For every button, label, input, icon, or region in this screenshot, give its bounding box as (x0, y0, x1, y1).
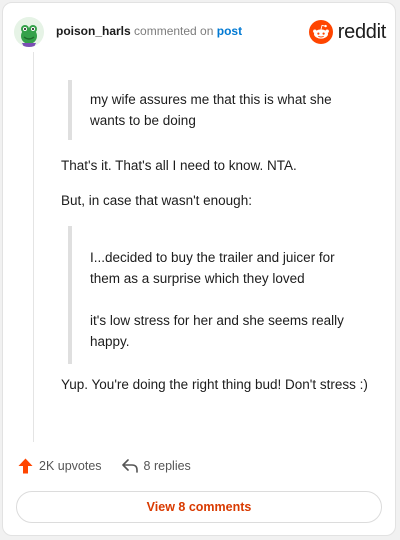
quote-text: my wife assures me that this is what she… (90, 92, 332, 128)
brand-wordmark: reddit (337, 20, 387, 43)
reddit-logo[interactable]: reddit (308, 20, 387, 44)
blockquote-1: my wife assures me that this is what she… (68, 80, 368, 140)
action-text: commented on (134, 24, 214, 38)
upvote-arrow-icon (18, 458, 33, 474)
comment-header: poison_harls commented on post reddit (14, 16, 386, 48)
replies-button[interactable]: 8 replies (121, 459, 191, 473)
post-link[interactable]: post (217, 24, 242, 38)
comment-paragraph: Yup. You're doing the right thing bud! D… (61, 377, 368, 392)
username-link[interactable]: poison_harls (56, 24, 131, 38)
comment-paragraph: But, in case that wasn't enough: (61, 193, 252, 208)
quote-text: it's low stress for her and she seems re… (90, 313, 344, 349)
comment-meta: poison_harls commented on post (56, 24, 242, 38)
upvote-button[interactable]: 2K upvotes (18, 458, 102, 474)
view-comments-button[interactable]: View 8 comments (16, 491, 382, 523)
upvote-count: 2K upvotes (39, 459, 102, 473)
quote-text: I...decided to buy the trailer and juice… (90, 250, 335, 286)
frog-avatar-icon (14, 17, 44, 47)
reddit-alien-icon (308, 20, 333, 44)
thread-line (33, 52, 34, 442)
avatar[interactable] (14, 17, 44, 47)
reply-arrow-icon (121, 459, 138, 473)
reply-count: 8 replies (143, 459, 191, 473)
blockquote-2: I...decided to buy the trailer and juice… (68, 226, 368, 364)
comment-paragraph: That's it. That's all I need to know. NT… (61, 158, 297, 173)
comment-actions: 2K upvotes 8 replies (18, 456, 191, 476)
